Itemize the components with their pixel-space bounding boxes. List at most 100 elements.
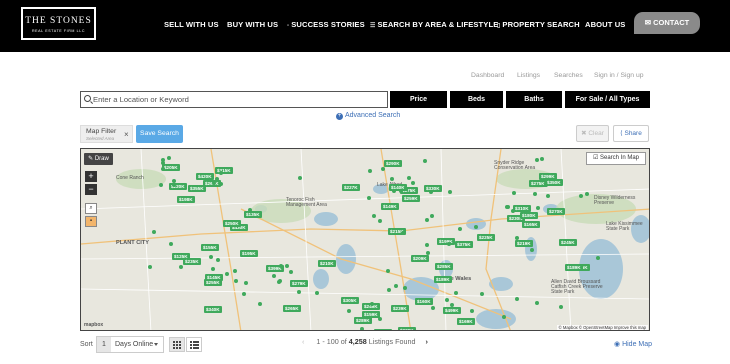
listing-dot-marker[interactable] — [515, 236, 519, 240]
listing-dot-marker[interactable] — [425, 218, 429, 222]
subnav-sign-in[interactable]: Sign in / Sign up — [594, 72, 644, 79]
listing-dot-marker[interactable] — [596, 256, 600, 260]
listing-dot-marker[interactable] — [370, 302, 374, 306]
listing-dot-marker[interactable] — [511, 209, 515, 213]
listing-dot-marker[interactable] — [535, 301, 539, 305]
nav-buy-with-us[interactable]: BUY WITH US — [227, 20, 278, 29]
listing-dot-marker[interactable] — [360, 327, 364, 330]
subnav-listings[interactable]: Listings — [517, 72, 540, 79]
listing-dot-marker[interactable] — [387, 288, 391, 292]
listing-dot-marker[interactable] — [277, 280, 281, 284]
listing-dot-marker[interactable] — [161, 161, 165, 165]
listing-price-marker[interactable]: $135K — [244, 211, 262, 218]
listing-dot-marker[interactable] — [585, 192, 589, 196]
listing-price-marker[interactable]: $259K — [402, 195, 420, 202]
listing-dot-marker[interactable] — [454, 291, 458, 295]
listing-dot-marker[interactable] — [392, 189, 396, 193]
next-page-icon[interactable]: › — [426, 337, 428, 346]
listing-dot-marker[interactable] — [536, 206, 540, 210]
listing-dot-marker[interactable] — [272, 274, 276, 278]
listing-price-marker[interactable]: $198K — [177, 196, 195, 203]
listing-price-marker[interactable]: $499K — [443, 307, 461, 314]
listing-dot-marker[interactable] — [470, 309, 474, 313]
listing-price-marker[interactable]: $235K — [183, 258, 201, 265]
listing-dot-marker[interactable] — [169, 242, 173, 246]
listing-dot-marker[interactable] — [209, 255, 213, 259]
listing-price-marker[interactable]: $250K — [223, 220, 241, 227]
zoom-in-button[interactable]: + — [85, 171, 97, 182]
listing-dot-marker[interactable] — [515, 297, 519, 301]
save-search-button[interactable]: Save Search — [136, 125, 183, 143]
type-filter-button[interactable]: For Sale / All Types — [565, 91, 650, 108]
satellite-toggle-icon[interactable]: ⌕ — [85, 203, 97, 214]
listing-dot-marker[interactable] — [390, 177, 394, 181]
nav-property-search[interactable]: ▯ PROPERTY SEARCH — [497, 20, 580, 29]
clear-button[interactable]: ✖ Clear — [576, 125, 609, 142]
listing-dot-marker[interactable] — [450, 303, 454, 307]
nav-sell-with-us[interactable]: SELL WITH US — [164, 20, 219, 29]
listing-dot-marker[interactable] — [512, 191, 516, 195]
listing-dot-marker[interactable] — [394, 284, 398, 288]
listing-price-marker[interactable]: $199K — [437, 238, 455, 245]
subnav-dashboard[interactable]: Dashboard — [471, 72, 504, 79]
listing-dot-marker[interactable] — [423, 159, 427, 163]
listing-dot-marker[interactable] — [401, 231, 405, 235]
nav-about-us[interactable]: ABOUT US — [585, 20, 625, 29]
listing-dot-marker[interactable] — [544, 183, 548, 187]
prev-page-icon[interactable]: ‹ — [302, 337, 304, 346]
listing-dot-marker[interactable] — [167, 156, 171, 160]
listing-dot-marker[interactable] — [430, 214, 434, 218]
listing-price-marker[interactable]: $279K — [290, 280, 308, 287]
listing-dot-marker[interactable] — [285, 264, 289, 268]
listing-dot-marker[interactable] — [152, 230, 156, 234]
listing-price-marker[interactable]: $155K — [201, 244, 219, 251]
listing-dot-marker[interactable] — [411, 181, 415, 185]
listing-price-marker[interactable]: $189K — [434, 276, 452, 283]
listing-dot-marker[interactable] — [378, 317, 382, 321]
listing-dot-marker[interactable] — [502, 315, 506, 319]
listing-dot-marker[interactable] — [474, 225, 478, 229]
listing-price-marker[interactable]: $209K — [411, 255, 429, 262]
listing-dot-marker[interactable] — [445, 298, 449, 302]
listing-dot-marker[interactable] — [378, 219, 382, 223]
listing-dot-marker[interactable] — [211, 267, 215, 271]
listing-dot-marker[interactable] — [298, 176, 302, 180]
listing-price-marker[interactable]: $225K — [477, 234, 495, 241]
sort-select[interactable]: 1 Days Online — [96, 336, 164, 353]
listing-price-marker[interactable]: $165K — [522, 221, 540, 228]
listing-price-marker[interactable]: $375K — [455, 241, 473, 248]
listing-dot-marker[interactable] — [148, 265, 152, 269]
listing-dot-marker[interactable] — [559, 305, 563, 309]
listing-price-marker[interactable]: $180K — [520, 212, 538, 219]
listing-dot-marker[interactable] — [458, 227, 462, 231]
listing-dot-marker[interactable] — [540, 157, 544, 161]
draw-button[interactable]: ✎ Draw — [84, 153, 113, 165]
listing-price-marker[interactable]: $229K — [398, 327, 416, 330]
listing-dot-marker[interactable] — [426, 251, 430, 255]
listing-dot-marker[interactable] — [172, 179, 176, 183]
listing-dot-marker[interactable] — [429, 190, 433, 194]
listing-dot-marker[interactable] — [234, 279, 238, 283]
listing-dot-marker[interactable] — [172, 183, 176, 187]
listing-dot-marker[interactable] — [179, 265, 183, 269]
advanced-search-link[interactable]: + Advanced Search — [336, 112, 400, 120]
listing-dot-marker[interactable] — [225, 272, 229, 276]
listing-price-marker[interactable]: $340K — [204, 306, 222, 313]
zoom-out-button[interactable]: − — [85, 184, 97, 195]
listing-dot-marker[interactable] — [233, 269, 237, 273]
listing-dot-marker[interactable] — [386, 269, 390, 273]
listing-price-marker[interactable]: $219K — [515, 240, 533, 247]
listing-price-marker[interactable]: $160K — [415, 298, 433, 305]
listing-price-marker[interactable]: $239K — [391, 305, 409, 312]
site-logo[interactable]: THE STONES REAL ESTATE FIRM LLC — [21, 7, 96, 40]
listing-dot-marker[interactable] — [258, 302, 262, 306]
listing-price-marker[interactable]: $289K — [354, 317, 372, 324]
listing-dot-marker[interactable] — [431, 306, 435, 310]
listing-dot-marker[interactable] — [448, 190, 452, 194]
listing-dot-marker[interactable] — [447, 242, 451, 246]
nav-success-stories[interactable]: ▫ SUCCESS STORIES — [287, 20, 365, 29]
listing-dot-marker[interactable] — [161, 167, 165, 171]
contact-button[interactable]: ✉ CONTACT — [634, 12, 700, 34]
listing-dot-marker[interactable] — [533, 192, 537, 196]
listing-dot-marker[interactable] — [159, 183, 163, 187]
